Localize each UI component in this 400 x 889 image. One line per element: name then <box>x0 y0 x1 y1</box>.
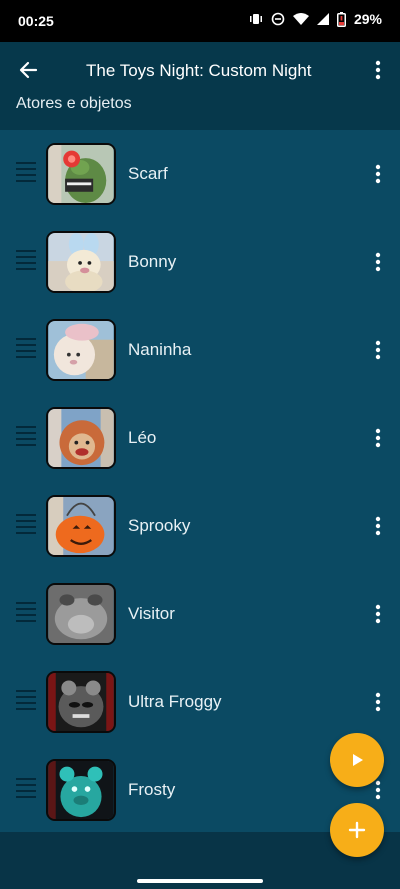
play-icon <box>353 754 363 766</box>
add-button[interactable] <box>330 803 384 857</box>
status-time: 00:25 <box>18 13 54 29</box>
list-item[interactable]: Ultra Froggy <box>0 658 400 746</box>
item-label: Frosty <box>128 780 176 799</box>
wifi-icon <box>292 12 309 26</box>
more-vert-icon <box>375 516 381 536</box>
more-vert-icon <box>375 60 381 80</box>
drag-handle-icon[interactable] <box>16 690 36 712</box>
list-item[interactable]: Scarf <box>0 130 400 218</box>
item-label: Visitor <box>128 604 175 623</box>
item-menu-button[interactable] <box>368 424 388 452</box>
back-button[interactable] <box>14 56 42 84</box>
more-vert-icon <box>375 252 381 272</box>
item-menu-button[interactable] <box>368 688 388 716</box>
app-bar: The Toys Night: Custom Night Atores e ob… <box>0 42 400 130</box>
item-label: Bonny <box>128 252 177 271</box>
item-menu-button[interactable] <box>368 512 388 540</box>
drag-handle-icon[interactable] <box>16 338 36 360</box>
dnd-icon <box>271 12 285 26</box>
list-item[interactable]: Naninha <box>0 306 400 394</box>
plus-icon <box>348 821 366 839</box>
status-icons: 29% <box>249 11 382 27</box>
item-label: Sprooky <box>128 516 191 535</box>
vibrate-icon <box>249 12 263 26</box>
play-button[interactable] <box>330 733 384 787</box>
signal-icon <box>316 12 329 26</box>
list-item[interactable]: Visitor <box>0 570 400 658</box>
battery-icon <box>336 11 346 27</box>
item-menu-button[interactable] <box>368 336 388 364</box>
more-vert-icon <box>375 164 381 184</box>
page-title: The Toys Night: Custom Night <box>86 61 312 80</box>
arrow-left-icon <box>19 61 38 79</box>
drag-handle-icon[interactable] <box>16 602 36 624</box>
drag-handle-icon[interactable] <box>16 778 36 800</box>
drag-handle-icon[interactable] <box>16 514 36 536</box>
item-menu-button[interactable] <box>368 160 388 188</box>
more-vert-icon <box>375 604 381 624</box>
status-bar: 00:25 29% <box>0 0 400 42</box>
list-item[interactable]: Bonny <box>0 218 400 306</box>
item-label: Léo <box>128 428 157 447</box>
thumbnail-naninha <box>46 319 116 381</box>
more-vert-icon <box>375 692 381 712</box>
item-menu-button[interactable] <box>368 600 388 628</box>
section-label: Atores e objetos <box>16 95 132 112</box>
thumbnail-frosty <box>46 759 116 821</box>
thumbnail-bonny <box>46 231 116 293</box>
item-label: Scarf <box>128 164 168 183</box>
thumbnail-scarf <box>46 143 116 205</box>
more-vert-icon <box>375 428 381 448</box>
more-options-button[interactable] <box>368 56 388 84</box>
more-vert-icon <box>375 340 381 360</box>
list-item[interactable]: Léo <box>0 394 400 482</box>
item-menu-button[interactable] <box>368 248 388 276</box>
actors-list: Scarf Bonny Naninha Léo Sprooky Visitor … <box>0 130 400 832</box>
thumbnail-leo <box>46 407 116 469</box>
battery-percentage: 29% <box>353 11 382 27</box>
drag-handle-icon[interactable] <box>16 162 36 184</box>
list-item[interactable]: Sprooky <box>0 482 400 570</box>
item-label: Ultra Froggy <box>128 692 222 711</box>
thumbnail-sprooky <box>46 495 116 557</box>
item-label: Naninha <box>128 340 192 359</box>
thumbnail-visitor <box>46 583 116 645</box>
more-vert-icon <box>375 780 381 800</box>
thumbnail-ultra-froggy <box>46 671 116 733</box>
gesture-nav-handle[interactable] <box>137 879 263 883</box>
drag-handle-icon[interactable] <box>16 250 36 272</box>
drag-handle-icon[interactable] <box>16 426 36 448</box>
